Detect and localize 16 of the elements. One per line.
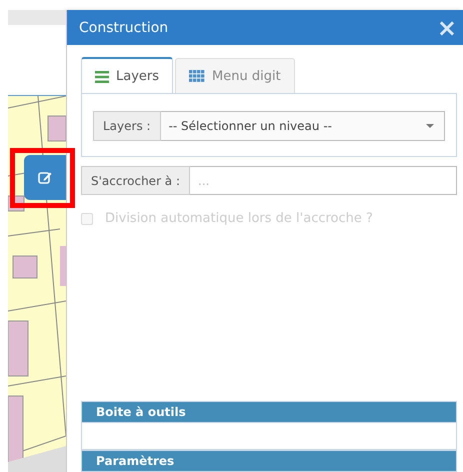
toolbar-strip (8, 10, 66, 25)
caret-icon (426, 124, 434, 128)
section-header[interactable]: Boite à outils (81, 401, 457, 423)
panel-title: Construction (79, 20, 168, 36)
grid-icon (189, 70, 206, 82)
close-icon[interactable]: × (436, 16, 457, 40)
input-field[interactable]: ... (190, 166, 457, 195)
snap-label: S'accrocher à : (81, 166, 190, 195)
tab[interactable]: Layers (81, 57, 174, 94)
layer-select[interactable]: -- Sélectionner un niveau -- (160, 111, 445, 141)
section-header[interactable]: Paramètres (81, 450, 457, 472)
layers-label: Layers : (93, 111, 161, 141)
list-icon (95, 70, 109, 82)
edit-icon (38, 171, 52, 184)
edit-button[interactable] (24, 155, 66, 200)
tab[interactable]: Menu digit (175, 58, 295, 93)
